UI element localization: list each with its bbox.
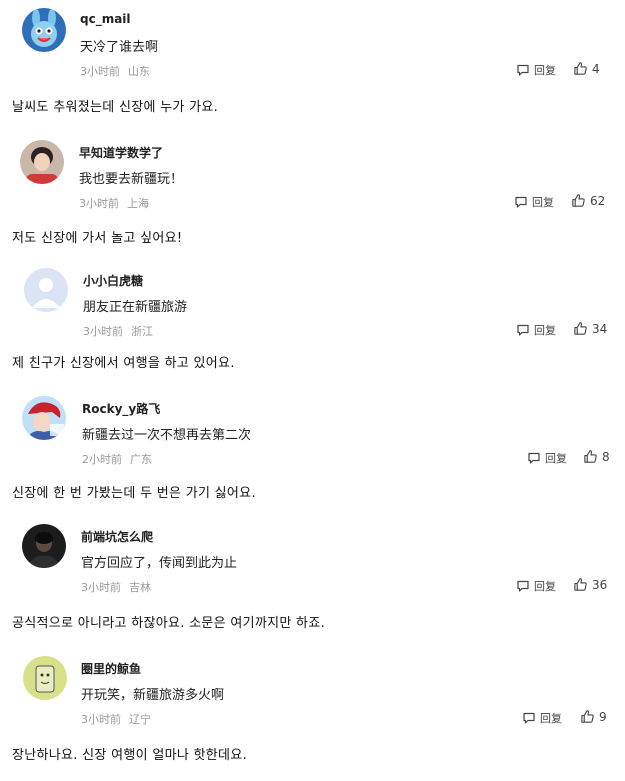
thumbs-up-icon xyxy=(573,577,588,592)
like-count: 36 xyxy=(592,577,608,592)
translation-text: 공식적으로 아니라고 하잖아요. 소문은 여기까지만 하죠. xyxy=(12,616,326,631)
comment-username[interactable]: 圈里的鲸鱼 xyxy=(81,660,141,677)
comment-item: Rocky_y路飞 新疆去过一次不想再去第二次 2小时前 广东 回复 8 xyxy=(0,390,625,486)
comment-time: 3小时前 xyxy=(81,581,121,594)
anime-avatar[interactable] xyxy=(22,396,66,440)
comment-bubble-icon xyxy=(516,63,530,77)
thumbs-up-icon xyxy=(571,193,586,208)
like-button[interactable]: 8 xyxy=(583,449,610,464)
reply-label: 回复 xyxy=(534,580,556,593)
comment-meta: 3小时前 浙江 xyxy=(83,323,153,339)
comment-username[interactable]: qc_mail xyxy=(80,12,131,26)
default-user-avatar[interactable] xyxy=(24,268,68,312)
comment-item: 圈里的鲸鱼 开玩笑，新疆旅游多火啊 3小时前 辽宁 回复 9 xyxy=(0,650,625,746)
like-button[interactable]: 36 xyxy=(573,577,607,592)
comment-location: 辽宁 xyxy=(129,713,151,726)
like-count: 8 xyxy=(602,449,610,464)
comment-bubble-icon xyxy=(527,451,541,465)
comment-text: 我也要去新疆玩！ xyxy=(79,172,184,187)
comment-location: 广东 xyxy=(130,453,152,466)
translation-text: 제 친구가 신장에서 여행을 하고 있어요. xyxy=(12,356,235,371)
comment-username[interactable]: 早知道学数学了 xyxy=(79,144,163,161)
like-button[interactable]: 4 xyxy=(573,61,600,76)
like-count: 62 xyxy=(590,193,606,208)
reply-label: 回复 xyxy=(534,64,556,77)
comment-item: qc_mail 天冷了谁去啊 3小时前 山东 回复 4 xyxy=(0,0,625,96)
comment-username[interactable]: 小小白虎糖 xyxy=(83,272,143,289)
reply-button[interactable]: 回复 xyxy=(522,710,562,726)
comment-bubble-icon xyxy=(516,579,530,593)
comment-item: 小小白虎糖 朋友正在新疆旅游 3小时前 浙江 回复 34 xyxy=(0,260,625,356)
comment-text: 开玩笑，新疆旅游多火啊 xyxy=(81,688,225,703)
reply-label: 回复 xyxy=(540,712,562,725)
thumbs-up-icon xyxy=(583,449,598,464)
person-photo-avatar[interactable] xyxy=(20,140,64,184)
comment-item: 早知道学数学了 我也要去新疆玩！ 3小时前 上海 回复 62 xyxy=(0,130,625,226)
thumbs-up-icon xyxy=(573,321,588,336)
translation-text: 저도 신장에 가서 놀고 싶어요! xyxy=(12,231,183,246)
dark-photo-avatar[interactable] xyxy=(22,524,66,568)
comment-username[interactable]: Rocky_y路飞 xyxy=(82,400,160,417)
comment-location: 山东 xyxy=(128,65,150,78)
comment-text: 官方回应了，传闻到此为止 xyxy=(81,556,238,571)
comment-text: 朋友正在新疆旅游 xyxy=(83,300,188,315)
comment-meta: 2小时前 广东 xyxy=(82,451,152,467)
reply-button[interactable]: 回复 xyxy=(527,450,567,466)
comment-location: 上海 xyxy=(127,197,149,210)
comment-bubble-icon xyxy=(514,195,528,209)
comment-meta: 3小时前 吉林 xyxy=(81,579,151,595)
comment-time: 3小时前 xyxy=(80,65,120,78)
like-button[interactable]: 34 xyxy=(573,321,607,336)
reply-label: 回复 xyxy=(532,196,554,209)
like-count: 9 xyxy=(599,709,607,724)
comment-bubble-icon xyxy=(522,711,536,725)
like-button[interactable]: 9 xyxy=(580,709,607,724)
cartoon-rabbit-avatar[interactable] xyxy=(22,8,66,52)
reply-label: 回复 xyxy=(534,324,556,337)
reply-button[interactable]: 回复 xyxy=(516,62,556,78)
translation-text: 날씨도 추워졌는데 신장에 누가 가요. xyxy=(12,100,219,115)
comment-time: 3小时前 xyxy=(79,197,119,210)
comment-text: 天冷了谁去啊 xyxy=(80,40,159,55)
comment-text: 新疆去过一次不想再去第二次 xyxy=(82,428,252,443)
reply-button[interactable]: 回复 xyxy=(514,194,554,210)
like-button[interactable]: 62 xyxy=(571,193,605,208)
comment-bubble-icon xyxy=(516,323,530,337)
comment-username[interactable]: 前端坑怎么爬 xyxy=(81,528,153,545)
translation-text: 장난하나요. 신장 여행이 얼마나 핫한데요. xyxy=(12,748,248,763)
comment-location: 浙江 xyxy=(131,325,153,338)
comment-meta: 3小时前 辽宁 xyxy=(81,711,151,727)
reply-button[interactable]: 回复 xyxy=(516,578,556,594)
like-count: 34 xyxy=(592,321,608,336)
comment-time: 3小时前 xyxy=(81,713,121,726)
comment-time: 3小时前 xyxy=(83,325,123,338)
comment-meta: 3小时前 上海 xyxy=(79,195,149,211)
comment-meta: 3小时前 山东 xyxy=(80,63,150,79)
comment-item: 前端坑怎么爬 官方回应了，传闻到此为止 3小时前 吉林 回复 36 xyxy=(0,518,625,614)
translation-text: 신장에 한 번 가봤는데 두 번은 가기 싫어요. xyxy=(12,486,256,501)
like-count: 4 xyxy=(592,61,600,76)
thumbs-up-icon xyxy=(573,61,588,76)
comment-time: 2小时前 xyxy=(82,453,122,466)
reply-button[interactable]: 回复 xyxy=(516,322,556,338)
comment-location: 吉林 xyxy=(129,581,151,594)
drawing-avatar[interactable] xyxy=(23,656,67,700)
reply-label: 回复 xyxy=(545,452,567,465)
thumbs-up-icon xyxy=(580,709,595,724)
